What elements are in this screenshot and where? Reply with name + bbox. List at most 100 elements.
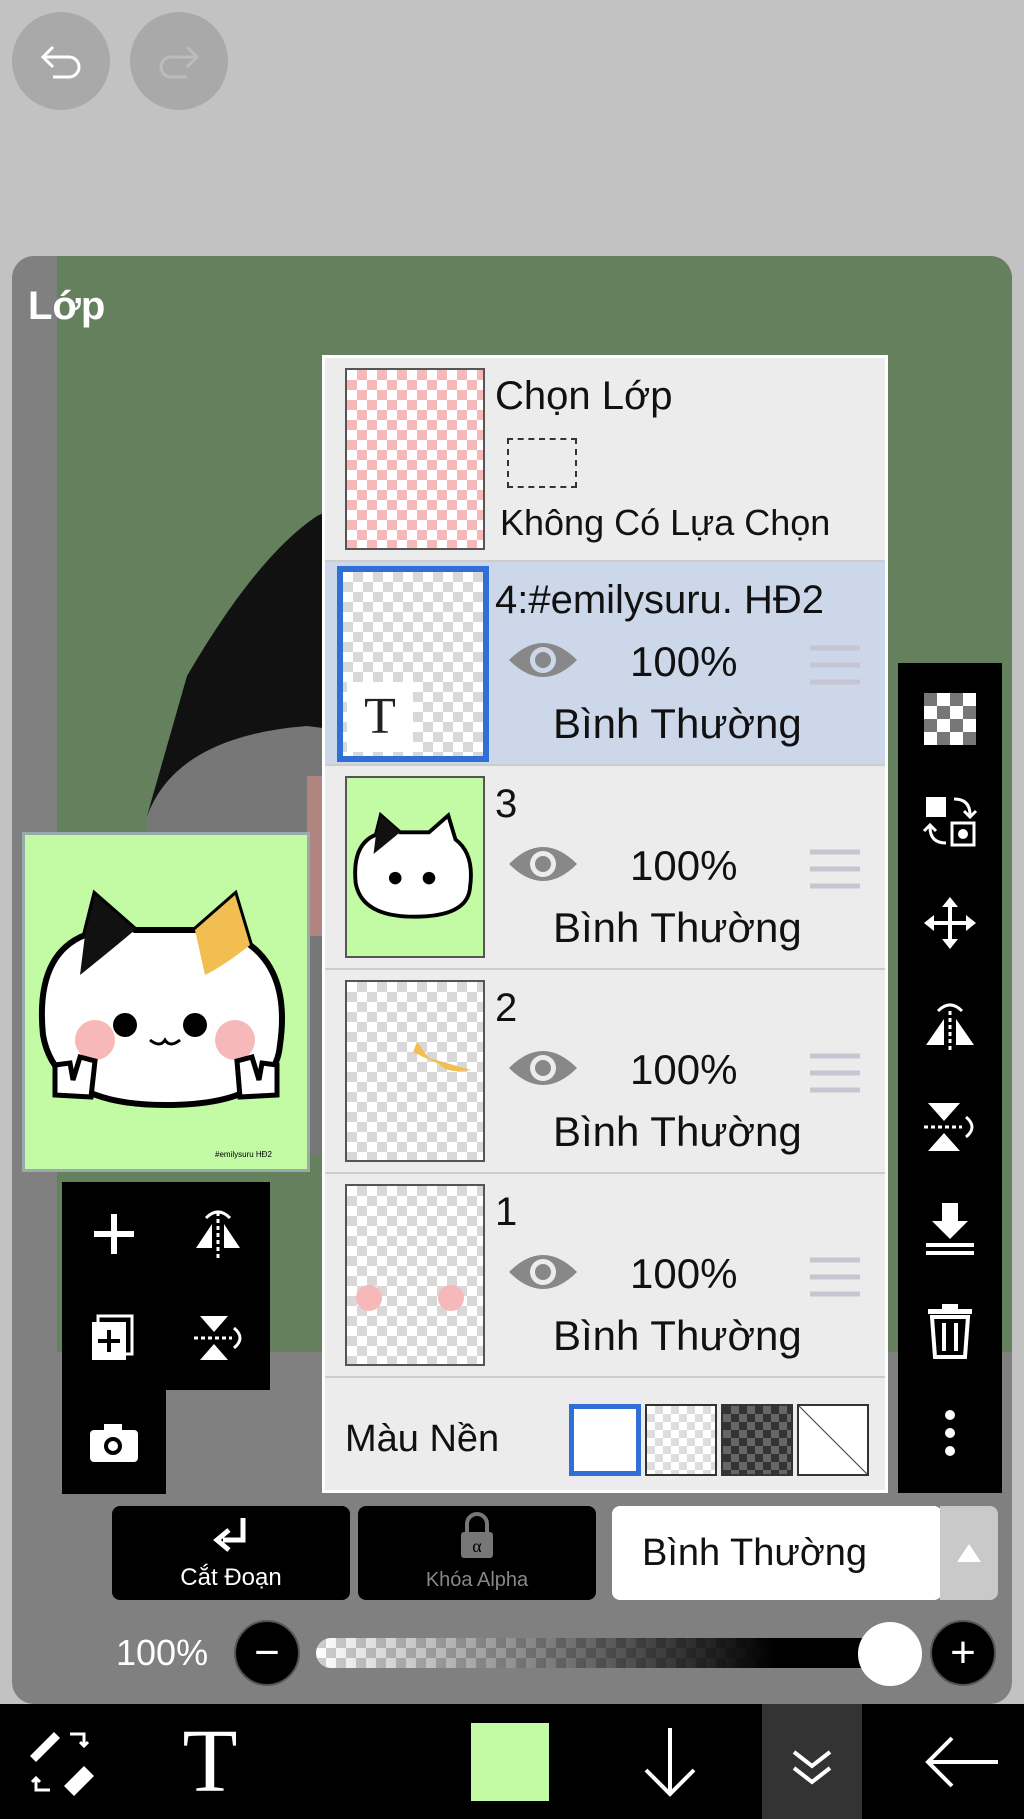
layer-blend-mode: Bình Thường <box>553 904 802 951</box>
delete-layer-button[interactable] <box>898 1281 1002 1381</box>
drag-handle-icon[interactable] <box>810 1256 860 1298</box>
double-chevron-down-icon <box>792 1749 832 1785</box>
background-dark-checker-swatch[interactable] <box>721 1404 793 1476</box>
eye-icon[interactable] <box>505 1042 581 1094</box>
flip-horizontal-icon <box>926 1003 974 1051</box>
brush-eraser-icon <box>30 1731 94 1796</box>
plus-icon: + <box>950 1628 976 1677</box>
move-button[interactable] <box>898 873 1002 973</box>
drag-handle-icon[interactable] <box>810 1052 860 1094</box>
layer-thumbnail <box>345 980 485 1162</box>
layer-panel-toggle[interactable] <box>762 1704 862 1819</box>
minus-icon: − <box>254 1628 280 1677</box>
checker-icon <box>924 693 976 745</box>
duplicate-layer-button[interactable] <box>62 1286 166 1390</box>
merge-down-icon <box>926 1203 974 1255</box>
flip-vertical-button[interactable] <box>166 1286 270 1390</box>
layer-row[interactable]: 3 100% Bình Thường <box>325 766 885 970</box>
move-icon <box>924 897 976 949</box>
cat-illustration: #emilysuru HĐ2 <box>38 889 285 1159</box>
layer-name: 4:#emilysuru. HĐ2 <box>495 578 825 622</box>
layer-down-button[interactable] <box>620 1704 720 1819</box>
current-color-swatch <box>471 1722 549 1801</box>
layer-blend-mode: Bình Thường <box>553 1312 802 1359</box>
text-tool-icon: T <box>182 1712 238 1811</box>
layer-opacity: 100% <box>630 638 738 685</box>
blend-mode-value: Bình Thường <box>642 1532 868 1574</box>
background-none-swatch[interactable] <box>797 1404 869 1476</box>
swap-icon <box>922 797 978 847</box>
alpha-lock-button[interactable]: α Khóa Alpha <box>358 1506 596 1600</box>
cat-thumbnail-icon <box>353 811 473 919</box>
color-button[interactable] <box>470 1704 550 1819</box>
brush-eraser-toggle[interactable] <box>0 1704 120 1819</box>
blend-mode-select[interactable]: Bình Thường <box>612 1506 942 1600</box>
flip-layer-vertical-button[interactable] <box>898 1077 1002 1177</box>
layer-blend-mode: Bình Thường <box>553 1108 802 1155</box>
opacity-slider-track[interactable] <box>316 1638 890 1668</box>
background-light-checker-swatch[interactable] <box>645 1404 717 1476</box>
layer-name: 3 <box>495 782 518 826</box>
swap-layer-button[interactable] <box>898 771 1002 871</box>
redo-icon <box>159 45 200 79</box>
svg-text:α: α <box>472 1536 482 1556</box>
selection-layer-row[interactable]: Chọn Lớp Không Có Lựa Chọn <box>325 358 885 562</box>
selection-layer-title: Chọn Lớp <box>495 374 673 418</box>
undo-button[interactable] <box>12 12 110 110</box>
panel-title: Lớp <box>28 284 106 328</box>
text-tool-button[interactable]: T <box>160 1704 260 1819</box>
opacity-decrease-button[interactable]: − <box>234 1620 300 1686</box>
flip-horizontal-button[interactable] <box>166 1182 270 1286</box>
clipping-button[interactable]: Cắt Đoạn <box>112 1506 350 1600</box>
lock-icon: α <box>461 1512 493 1558</box>
selection-layer-thumbnail <box>345 368 485 550</box>
opacity-value: 100% <box>116 1632 209 1673</box>
trash-icon <box>928 1304 972 1359</box>
drag-handle-icon[interactable] <box>810 644 860 686</box>
undo-icon <box>40 45 81 79</box>
alpha-lock-label: Khóa Alpha <box>425 1569 529 1591</box>
layer-list: Chọn Lớp Không Có Lựa Chọn T 4:#emilysur… <box>322 355 888 1493</box>
arrow-left-icon <box>925 1736 998 1787</box>
eye-icon[interactable] <box>505 1246 581 1298</box>
clipping-label: Cắt Đoạn <box>180 1564 282 1591</box>
blend-mode-dropdown-button[interactable] <box>940 1506 998 1600</box>
layer-row[interactable]: 1 100% Bình Thường <box>325 1174 885 1378</box>
layer-row[interactable]: 2 100% Bình Thường <box>325 970 885 1174</box>
more-options-button[interactable] <box>898 1383 1002 1483</box>
layer-thumbnail <box>345 776 485 958</box>
add-layer-button[interactable] <box>62 1182 166 1286</box>
drag-handle-icon[interactable] <box>810 848 860 890</box>
layer-row[interactable]: T 4:#emilysuru. HĐ2 100% Bình Thường <box>325 562 885 766</box>
redo-button[interactable] <box>130 12 228 110</box>
eye-icon[interactable] <box>505 634 581 686</box>
text-layer-icon: T <box>347 682 413 752</box>
plus-icon <box>94 1214 134 1254</box>
layer-blend-mode: Bình Thường <box>553 700 802 747</box>
layer-opacity: 100% <box>630 1046 738 1093</box>
bottom-toolbar: T <box>0 1704 1024 1819</box>
eye-icon[interactable] <box>505 838 581 890</box>
layer-thumbnail: T <box>337 566 489 762</box>
layer-opacity: 100% <box>630 1250 738 1297</box>
preview-watermark: #emilysuru HĐ2 <box>215 1150 272 1159</box>
back-button[interactable] <box>912 1704 1012 1819</box>
layer-name: 2 <box>495 986 518 1030</box>
blush-icon <box>356 1285 464 1311</box>
canvas-preview: #emilysuru HĐ2 <box>22 832 310 1172</box>
flip-horizontal-icon <box>196 1210 240 1258</box>
clipping-arrow-icon <box>213 1518 246 1552</box>
selection-status: Không Có Lựa Chọn <box>500 502 831 543</box>
background-color-row: Màu Nền <box>325 1382 885 1490</box>
opacity-increase-button[interactable]: + <box>930 1620 996 1686</box>
orange-patch-icon <box>413 1042 471 1072</box>
opacity-slider-knob[interactable] <box>858 1622 922 1686</box>
transparent-layer-button[interactable] <box>898 669 1002 769</box>
more-vertical-icon <box>945 1410 955 1456</box>
selection-marquee-icon <box>507 438 577 488</box>
camera-button[interactable] <box>62 1390 166 1494</box>
background-white-swatch[interactable] <box>569 1404 641 1476</box>
merge-down-button[interactable] <box>898 1179 1002 1279</box>
layer-actions-toolbar <box>898 663 1002 1493</box>
flip-layer-horizontal-button[interactable] <box>898 975 1002 1075</box>
